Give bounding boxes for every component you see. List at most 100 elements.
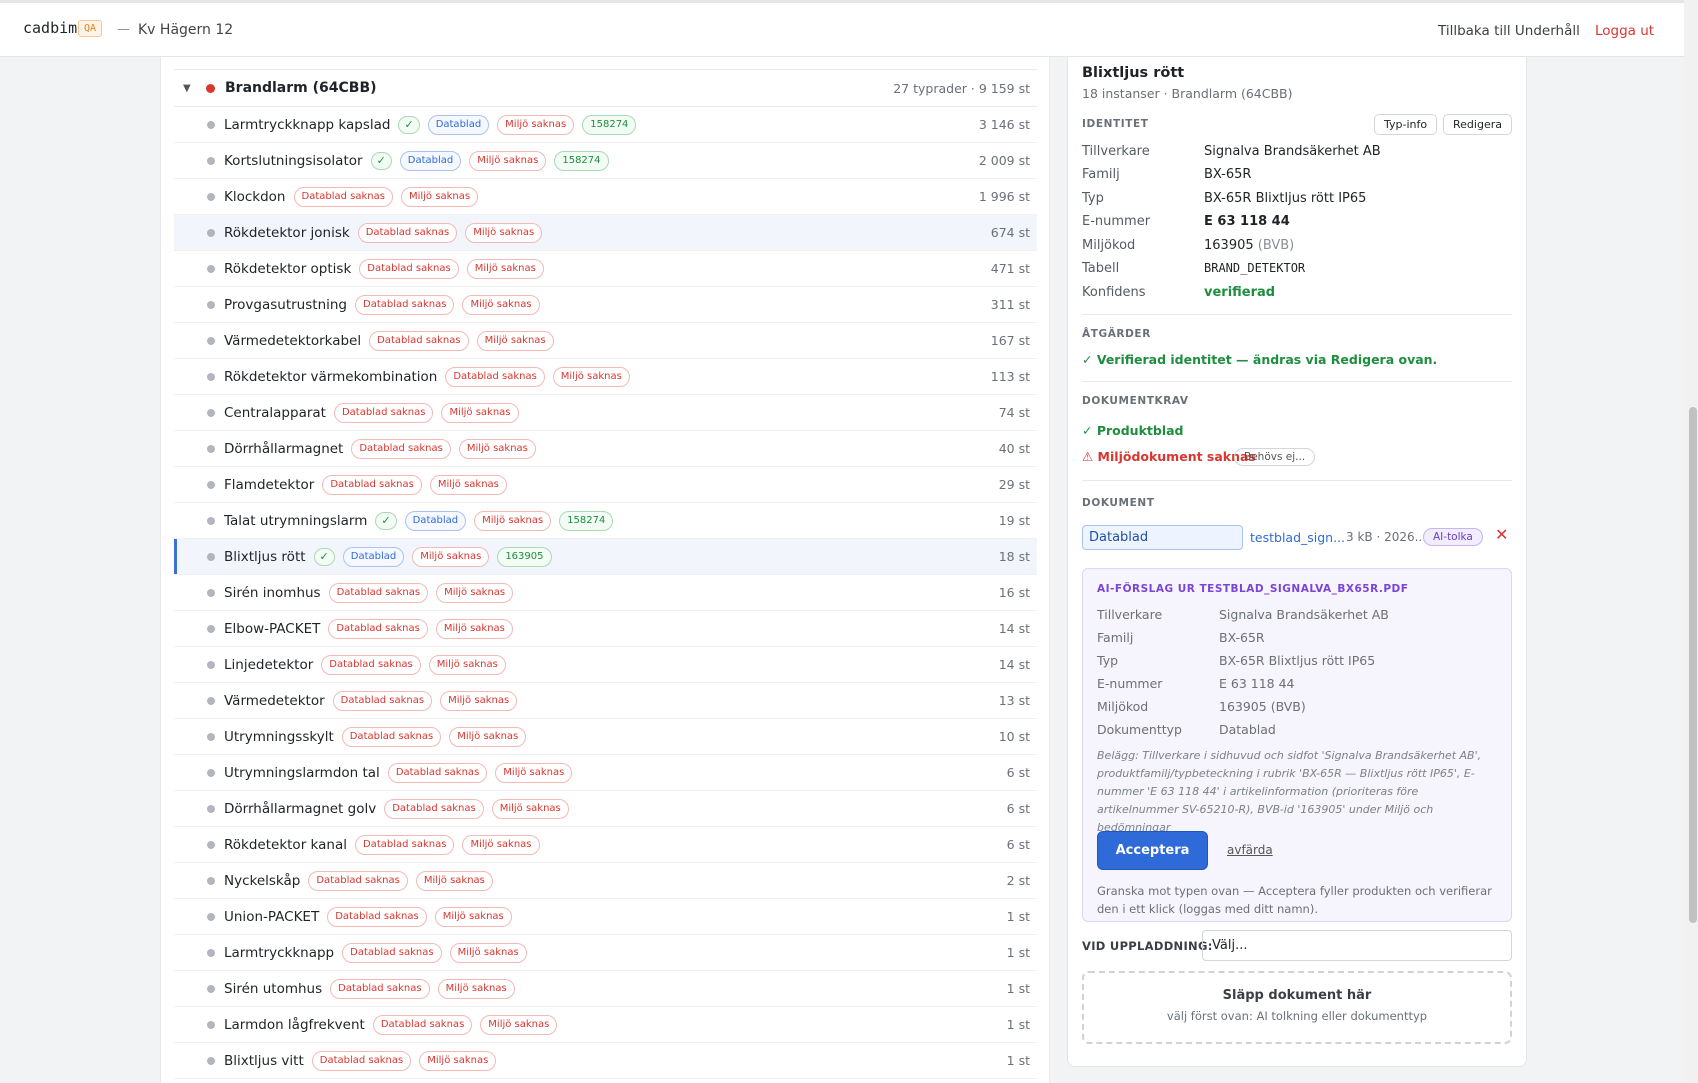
type-name: Rökdetektor kanal — [224, 836, 347, 853]
type-count: 18 st — [998, 549, 1030, 564]
type-row[interactable]: Utrymningsskylt Datablad saknas Miljö sakn… — [174, 719, 1037, 755]
type-row[interactable]: Blixtljus vitt Datablad saknas Miljö sakna… — [174, 1043, 1037, 1079]
missing-badge: Datablad saknas — [387, 762, 488, 783]
edit-button[interactable]: Redigera — [1443, 114, 1512, 135]
type-name: Nyckelskåp — [224, 872, 301, 889]
env-code-badge: 163905 — [497, 546, 552, 567]
row-status-dot-icon — [207, 192, 215, 201]
type-row[interactable]: Nyckelskåp Datablad saknas Miljö saknas 2 s… — [174, 863, 1037, 899]
type-row[interactable]: Dörrhållarmagnet Datablad saknas Miljö sak… — [174, 431, 1037, 467]
missing-badge: Datablad saknas — [332, 690, 433, 711]
accept-button[interactable]: Acceptera — [1097, 831, 1208, 870]
doc-type-select[interactable]: Datablad — [1082, 525, 1243, 550]
divider — [1082, 314, 1512, 315]
type-name: Elbow-PACKET — [224, 620, 321, 637]
type-row[interactable]: Rökdetektor jonisk Datablad saknas Miljö s… — [174, 215, 1037, 251]
type-row[interactable]: Blixtljus rött ✓ Datablad Miljö saknas 16390… — [174, 539, 1037, 575]
type-row[interactable]: Larmtryckknapp Datablad saknas Miljö sakna… — [174, 935, 1037, 971]
type-row[interactable]: Utrymningslarmdon tal Datablad saknas Milj… — [174, 755, 1037, 791]
back-to-maintenance-link[interactable]: Tillbaka till Underhåll — [1438, 23, 1580, 39]
type-name: Värmedetektorkabel — [224, 332, 362, 349]
type-name: Sirén utomhus — [224, 980, 323, 997]
missing-badge: Miljö saknas — [400, 186, 479, 207]
type-row[interactable]: Dörrhållarmagnet golv Datablad saknas Milj… — [174, 791, 1037, 827]
type-tags: Datablad saknas Miljö saknas — [286, 186, 479, 207]
type-count: 1 st — [1006, 1017, 1030, 1032]
missing-badge: Datablad saknas — [359, 258, 459, 279]
ai-interpret-button[interactable]: AI-tolka — [1423, 528, 1483, 546]
row-status-dot-icon — [207, 840, 215, 849]
type-tags: Datablad saknas Miljö saknas — [437, 366, 630, 387]
datablad-badge: Datablad — [342, 546, 405, 567]
type-name: Sirén inomhus — [224, 584, 321, 601]
type-row[interactable]: Talat utrymningslarm ✓ Datablad Miljö sakna… — [174, 503, 1037, 539]
row-status-dot-icon — [207, 120, 215, 129]
type-count: 6 st — [1006, 837, 1030, 852]
missing-badge: Datablad saknas — [321, 654, 421, 675]
type-name: Värmedetektor — [224, 692, 325, 709]
missing-badge: Datablad saknas — [308, 870, 408, 891]
type-count: 167 st — [990, 333, 1030, 348]
type-count: 113 st — [990, 369, 1030, 384]
upload-mode-select[interactable]: Välj... — [1202, 930, 1512, 961]
type-name: Larmdon lågfrekvent — [224, 1016, 365, 1033]
type-row[interactable]: Larmtryckknapp kapslad ✓ Datablad Miljö sak… — [174, 107, 1037, 143]
type-tags: Datablad saknas Miljö saknas — [326, 402, 519, 423]
type-row[interactable]: Rökdetektor värmekombination Datablad sak… — [174, 359, 1037, 395]
env-code-badge: 158274 — [554, 150, 609, 171]
type-count: 311 st — [990, 297, 1030, 312]
missing-badge: Miljö saknas — [476, 330, 554, 351]
row-status-dot-icon — [207, 444, 215, 453]
type-count: 471 st — [990, 261, 1030, 276]
type-row[interactable]: Sirén utomhus Datablad saknas Miljö saknas… — [174, 971, 1037, 1007]
type-info-button[interactable]: Typ-info — [1374, 114, 1438, 135]
type-list: ▼ Brandlarm (64CBB) 27 typrader · 9 159 … — [174, 69, 1037, 1079]
type-row[interactable]: Klockdon Datablad saknas Miljö saknas 1 996… — [174, 179, 1037, 215]
type-count: 1 st — [1006, 945, 1030, 960]
collapse-caret-icon[interactable]: ▼ — [183, 83, 195, 94]
brand-logo[interactable]: cadbim — [23, 19, 77, 37]
type-count: 1 996 st — [978, 189, 1030, 204]
logout-link[interactable]: Logga ut — [1595, 23, 1654, 39]
missing-badge: Datablad saknas — [445, 366, 545, 387]
ai-suggestion-heading: AI-FÖRSLAG UR TESTBLAD_SIGNALVA_BX65R.PD… — [1097, 583, 1409, 595]
type-name: Provgasutrustning — [224, 296, 347, 313]
document-dropzone[interactable]: Släpp dokument här välj först ovan: AI t… — [1082, 971, 1512, 1044]
datablad-badge: Datablad — [427, 114, 490, 135]
missing-badge: Datablad saknas — [357, 222, 458, 243]
type-row[interactable]: Larmdon lågfrekvent Datablad saknas Miljö … — [174, 1007, 1037, 1043]
missing-badge: Datablad saknas — [354, 834, 455, 855]
missing-badge: Miljö saknas — [480, 1014, 558, 1035]
dismiss-link[interactable]: avfärda — [1227, 843, 1273, 857]
type-name: Larmtryckknapp — [224, 944, 335, 961]
not-needed-button[interactable]: Behövs ej... — [1234, 448, 1316, 466]
type-row[interactable]: Elbow-PACKET Datablad saknas Miljö saknas 1… — [174, 611, 1037, 647]
type-row[interactable]: Värmedetektorkabel Datablad saknas Miljö s… — [174, 323, 1037, 359]
type-row[interactable]: Rökdetektor optisk Datablad saknas Miljö s… — [174, 251, 1037, 287]
group-header-brandlarm[interactable]: ▼ Brandlarm (64CBB) 27 typrader · 9 159 … — [174, 69, 1037, 107]
type-name: Rökdetektor värmekombination — [224, 368, 438, 385]
type-row[interactable]: Värmedetektor Datablad saknas Miljö saknas… — [174, 683, 1037, 719]
type-count: 74 st — [998, 405, 1030, 420]
doc-file-link[interactable]: testblad_sign... — [1250, 530, 1345, 545]
type-count: 14 st — [998, 621, 1030, 636]
scrollbar-thumb[interactable] — [1689, 407, 1697, 923]
missing-badge: Miljö saknas — [429, 474, 507, 495]
missing-badge: Miljö saknas — [474, 510, 552, 531]
type-row[interactable]: Flamdetektor Datablad saknas Miljö saknas 2… — [174, 467, 1037, 503]
type-name: Centralapparat — [224, 404, 326, 421]
type-tags: ✓ Datablad Miljö saknas 158274 — [390, 114, 637, 135]
type-name: Union-PACKET — [224, 908, 320, 925]
type-row[interactable]: Union-PACKET Datablad saknas Miljö saknas 1… — [174, 899, 1037, 935]
type-name: Kortslutningsisolator — [224, 152, 363, 169]
type-row[interactable]: Kortslutningsisolator ✓ Datablad Miljö sakn… — [174, 143, 1037, 179]
remove-doc-icon[interactable]: ✕ — [1495, 525, 1508, 544]
type-count: 16 st — [998, 585, 1030, 600]
type-row[interactable]: Centralapparat Datablad saknas Miljö sakna… — [174, 395, 1037, 431]
type-row[interactable]: Rökdetektor kanal Datablad saknas Miljö sa… — [174, 827, 1037, 863]
type-row[interactable]: Linjedetektor Datablad saknas Miljö saknas… — [174, 647, 1037, 683]
type-tags: Datablad saknas Miljö saknas — [314, 474, 507, 495]
type-tags: Datablad saknas Miljö saknas — [320, 618, 513, 639]
type-row[interactable]: Sirén inomhus Datablad saknas Miljö saknas… — [174, 575, 1037, 611]
type-row[interactable]: Provgasutrustning Datablad saknas Miljö sa… — [174, 287, 1037, 323]
